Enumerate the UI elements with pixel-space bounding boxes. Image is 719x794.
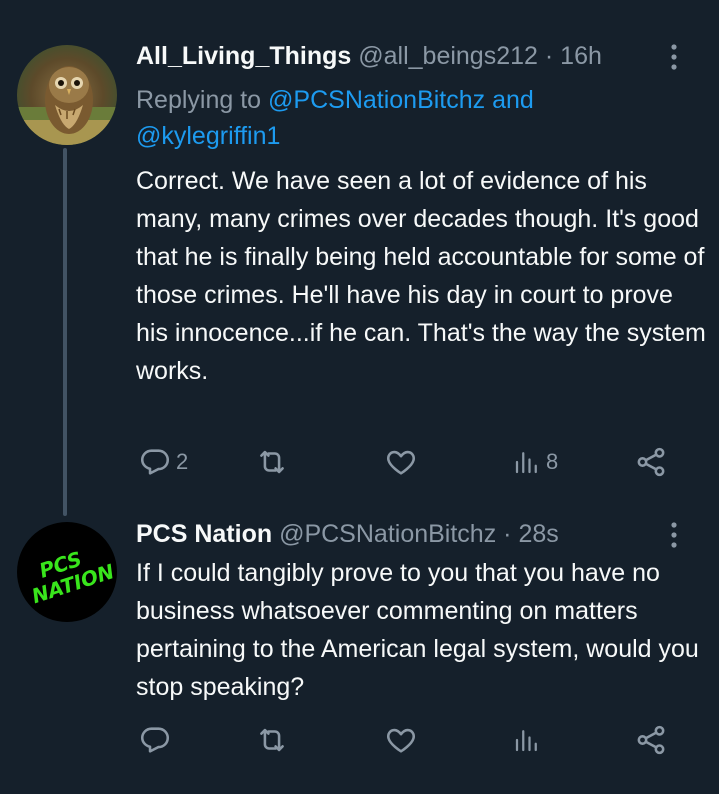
user-handle[interactable]: @all_beings212: [358, 42, 538, 70]
share-icon: [637, 447, 665, 477]
user-handle[interactable]: @PCSNationBitchz: [279, 520, 496, 548]
tweet-header: All_Living_Things @all_beings212 · 16h: [136, 40, 602, 72]
retweet-icon: [260, 450, 284, 474]
retweet-button[interactable]: [254, 720, 290, 760]
mention-link-kylegriffin[interactable]: @kylegriffin1: [136, 122, 280, 150]
views-bar-chart-icon: [515, 452, 537, 474]
tweet-header: PCS Nation @PCSNationBitchz · 28s: [136, 518, 559, 550]
replying-to-line: Replying to @PCSNationBitchz and @kylegr…: [136, 82, 696, 154]
retweet-icon: [260, 728, 284, 752]
views-button[interactable]: 8: [512, 442, 558, 482]
more-options-button[interactable]: [666, 42, 682, 72]
views-button[interactable]: [512, 720, 542, 760]
pcs-nation-logo-avatar: PCS NATION: [17, 522, 117, 622]
views-bar-chart-icon: [515, 730, 537, 752]
more-dots-icon: [671, 44, 677, 70]
like-button[interactable]: [384, 442, 418, 482]
more-dots-icon: [671, 522, 677, 548]
reply-bubble-icon: [140, 449, 170, 475]
heart-icon: [387, 728, 415, 753]
mention-link-pcsnation[interactable]: @PCSNationBitchz: [268, 86, 485, 114]
share-button[interactable]: [634, 720, 668, 760]
timestamp[interactable]: 28s: [518, 520, 558, 548]
display-name[interactable]: PCS Nation: [136, 520, 272, 548]
reply-bubble-icon: [140, 727, 170, 753]
tweet-text: If I could tangibly prove to you that yo…: [136, 559, 699, 701]
replying-prefix: Replying to: [136, 86, 269, 114]
tweet-reply-all-living-things[interactable]: All_Living_Things @all_beings212 · 16h R…: [0, 0, 719, 510]
timestamp[interactable]: 16h: [560, 42, 602, 70]
reply-button[interactable]: [138, 720, 172, 760]
reply-button[interactable]: 2: [138, 442, 188, 482]
mention-joiner: and: [485, 86, 534, 114]
avatar[interactable]: PCS NATION: [17, 522, 117, 622]
separator-dot: ·: [503, 520, 512, 548]
tweet-actions: 2 8: [0, 442, 719, 482]
heart-icon: [387, 450, 415, 475]
owl-photo-avatar: [17, 45, 117, 145]
display-name[interactable]: All_Living_Things: [136, 42, 351, 70]
like-button[interactable]: [384, 720, 418, 760]
tweet-reply-pcs-nation[interactable]: PCS NATION PCS Nation @PCSNationBitchz ·…: [0, 510, 719, 794]
separator-dot: ·: [544, 42, 554, 70]
avatar[interactable]: [17, 45, 117, 145]
tweet-actions: [0, 720, 719, 760]
view-count: 8: [546, 449, 559, 474]
more-options-button[interactable]: [666, 520, 682, 550]
retweet-button[interactable]: [254, 442, 290, 482]
reply-count: 2: [176, 449, 189, 474]
share-button[interactable]: [634, 442, 668, 482]
tweet-text: Correct. We have seen a lot of evidence …: [136, 167, 706, 385]
share-icon: [637, 725, 665, 755]
